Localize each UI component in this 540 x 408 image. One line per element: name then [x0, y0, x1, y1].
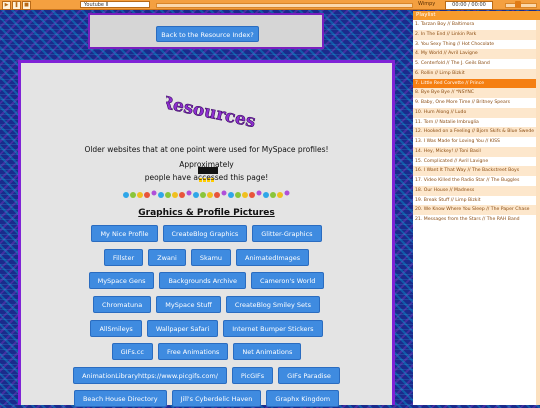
playlist-item[interactable]: 9. Baby, One More Time // Britney Spears — [413, 98, 536, 108]
link-button[interactable]: Internet Bumper Stickers — [223, 320, 323, 337]
link-button[interactable]: MySpace Gens — [88, 272, 155, 289]
logo-text: Resources! — [166, 92, 256, 133]
link-button[interactable]: CreateBlog Smiley Sets — [225, 296, 320, 313]
accessed-text: people have accessed this page! — [144, 173, 269, 182]
link-button[interactable]: Beach House Directory — [73, 390, 167, 407]
button-row: My Nice Profile CreateBlog Graphics Glit… — [21, 225, 392, 242]
playlist-item[interactable]: 21. Messages from the Stars // The RAH B… — [413, 215, 536, 225]
button-row: Chromatuna MySpace Stuff CreateBlog Smil… — [21, 296, 392, 313]
link-button[interactable]: Free Animations — [157, 343, 229, 360]
button-row: Fillster Zwani Skamu AnimatedImages — [21, 249, 392, 266]
button-row: GIFs.cc Free Animations Net Animations — [21, 343, 392, 360]
playlist-item[interactable]: 3. You Sexy Thing // Hot Chocolate — [413, 40, 536, 50]
button-row: AllSmileys Wallpaper Safari Internet Bum… — [21, 320, 392, 337]
playlist-item[interactable]: 2. In The End // Linkin Park — [413, 29, 536, 40]
playlist-item[interactable]: 6. Rollin // Limp Bizkit — [413, 68, 536, 79]
section-title-graphics: Graphics & Profile Pictures — [138, 208, 275, 218]
playlist-item[interactable]: 19. Break Stuff // Limp Bizkit — [413, 196, 536, 206]
stop-icon[interactable]: ■ — [22, 1, 31, 10]
player-title: Youtube II — [80, 1, 150, 8]
link-button[interactable]: AnimationLibraryhttps://www.picgifs.com/ — [73, 367, 227, 384]
playlist-item[interactable]: 1. Tarzan Boy // Baltimora — [413, 20, 536, 30]
playlist-item[interactable]: 7. Little Red Corvette // Prince — [413, 78, 536, 89]
playlist-item[interactable]: 14. Hey, Mickey! // Toni Basil — [413, 146, 536, 157]
link-button[interactable]: PicGIFs — [231, 367, 274, 384]
playlist-item[interactable]: 16. I Want It That Way // The Backstreet… — [413, 166, 536, 176]
intro-text: Older websites that at one point were us… — [84, 145, 329, 154]
sparkle-divider — [123, 190, 290, 198]
playlist-panel: Playlist 1. Tarzan Boy // Baltimora 2. In… — [413, 11, 540, 405]
seek-bar[interactable] — [156, 3, 413, 8]
playlist-item[interactable]: 8. Bye Bye Bye // *NSYNC — [413, 88, 536, 98]
time-display: 00:00 / 00:00 — [445, 1, 493, 10]
playlist-item[interactable]: 15. Complicated // Avril Lavigne — [413, 157, 536, 167]
playlist-item[interactable]: 18. Our House // Madness — [413, 185, 536, 196]
link-button[interactable]: Backgrounds Archive — [159, 272, 247, 289]
playlist-scrollbar[interactable] — [536, 20, 540, 405]
link-button[interactable]: Wallpaper Safari — [146, 320, 219, 337]
link-button[interactable]: Net Animations — [233, 343, 302, 360]
link-button[interactable]: AnimatedImages — [236, 249, 310, 266]
main-content: Resources! Older websites that at one po… — [21, 63, 392, 407]
playlist-item[interactable]: 12. Hooked on a Feeling // Bjorn Skifs &… — [413, 127, 536, 137]
button-row: Beach House Directory Jill's Cyberdelic … — [21, 390, 392, 407]
playlist-header: Playlist — [413, 11, 540, 20]
link-button[interactable]: Fillster — [103, 249, 144, 266]
player-label: Wimpy — [418, 1, 436, 7]
volume-knob[interactable] — [515, 1, 521, 8]
playlist-item[interactable]: 4. My World // Avril Lavigne — [413, 49, 536, 59]
main-content-frame: Resources! Older websites that at one po… — [18, 60, 395, 407]
link-button[interactable]: Zwani — [148, 249, 186, 266]
resources-logo: Resources! — [166, 92, 256, 134]
playlist-item[interactable]: 10. Hum Along // Ludo — [413, 107, 536, 118]
link-button[interactable]: Jill's Cyberdelic Haven — [171, 390, 262, 407]
pause-icon[interactable]: ❚ — [12, 1, 21, 10]
link-button[interactable]: MySpace Stuff — [156, 296, 221, 313]
link-button[interactable]: Chromatuna — [93, 296, 152, 313]
playlist-item[interactable]: 17. Video Killed the Radio Star // The B… — [413, 176, 536, 186]
link-button[interactable]: GIFs.cc — [111, 343, 153, 360]
link-button[interactable]: My Nice Profile — [91, 225, 158, 242]
link-button[interactable]: CreateBlog Graphics — [162, 225, 248, 242]
playlist-item[interactable]: 13. I Was Made for Loving You // KISS — [413, 137, 536, 147]
playlist-item[interactable]: 5. Centerfold // The J. Geils Band — [413, 59, 536, 69]
link-button[interactable]: AllSmileys — [90, 320, 142, 337]
playlist-item[interactable]: 20. We Know Where You Sleep // The Paper… — [413, 205, 536, 215]
link-button[interactable]: Glitter-Graphics — [252, 225, 322, 242]
play-icon[interactable]: ▶ — [2, 1, 11, 10]
back-to-index-button[interactable]: Back to the Resource Index? — [156, 26, 259, 42]
link-button[interactable]: Cameron's World — [251, 272, 325, 289]
playlist-list: 1. Tarzan Boy // Baltimora 2. In The End … — [413, 20, 540, 225]
media-player-bar: ▶ ❚ ■ Youtube II Wimpy 00:00 / 00:00 — [0, 0, 540, 10]
top-banner: Back to the Resource Index? — [88, 13, 324, 49]
button-row: AnimationLibraryhttps://www.picgifs.com/… — [21, 367, 392, 384]
volume-slider[interactable] — [505, 3, 537, 8]
button-row: MySpace Gens Backgrounds Archive Cameron… — [21, 272, 392, 289]
playlist-item[interactable]: 11. Torn // Natalie Imbruglia — [413, 118, 536, 128]
link-button[interactable]: Graphx Kingdom — [266, 390, 340, 407]
link-button[interactable]: Skamu — [190, 249, 232, 266]
link-button[interactable]: GIFs Paradise — [278, 367, 340, 384]
